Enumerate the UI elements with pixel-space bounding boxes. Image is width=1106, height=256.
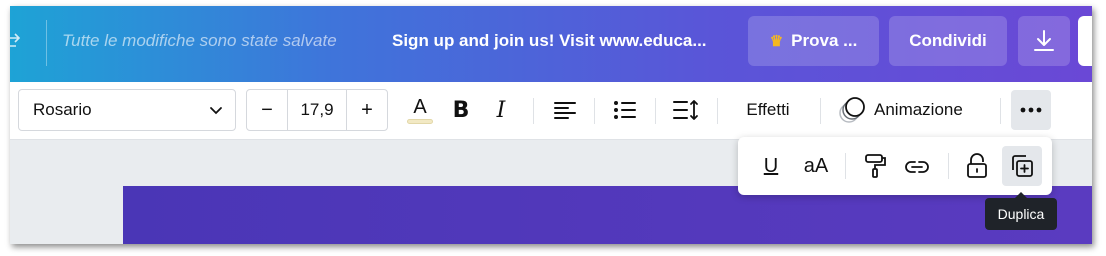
increase-size-button[interactable]: + xyxy=(347,90,387,130)
font-family-value: Rosario xyxy=(33,100,92,119)
duplicate-button[interactable] xyxy=(1002,146,1042,186)
letter-case-button[interactable]: aA xyxy=(796,146,836,186)
crown-icon: ♛ xyxy=(769,33,784,50)
duplicate-tooltip: Duplica xyxy=(985,192,1057,230)
menu-divider xyxy=(845,153,846,179)
spacing-button[interactable] xyxy=(670,91,702,129)
animate-button[interactable]: Animazione xyxy=(838,91,963,129)
line-spacing-icon xyxy=(673,100,698,120)
try-pro-button[interactable]: ♛ Prova ... xyxy=(748,16,879,66)
menu-divider xyxy=(948,153,949,179)
font-size-stepper: − 17,9 + xyxy=(246,89,388,131)
toolbar-divider xyxy=(717,98,718,124)
decrease-size-button[interactable]: − xyxy=(247,90,287,130)
lock-button[interactable] xyxy=(962,146,992,186)
paint-roller-icon xyxy=(865,154,886,178)
screenshot-frame: Tutte le modifiche sono state salvate Si… xyxy=(0,0,1106,256)
bold-button[interactable]: B xyxy=(448,91,474,129)
more-options-button[interactable] xyxy=(1011,90,1051,130)
download-icon xyxy=(1034,30,1054,51)
toolbar-divider xyxy=(533,98,534,124)
toolbar-divider xyxy=(594,98,595,124)
toolbar-divider xyxy=(1000,98,1001,124)
underline-button[interactable]: U xyxy=(756,146,786,186)
italic-button[interactable]: I xyxy=(488,91,514,129)
text-color-swatch xyxy=(407,118,433,124)
undo-icon[interactable] xyxy=(10,30,26,52)
toolbar-divider xyxy=(820,98,821,124)
download-button[interactable] xyxy=(1018,16,1070,66)
align-left-icon xyxy=(554,102,576,119)
duplicate-icon xyxy=(1012,155,1033,177)
animate-label: Animazione xyxy=(874,100,963,119)
promo-link[interactable]: Sign up and join us! Visit www.educa... xyxy=(392,31,707,51)
text-toolbar: Rosario − 17,9 + A B I Effetti Animazion… xyxy=(10,82,1092,140)
account-button-edge[interactable] xyxy=(1078,16,1092,66)
list-button[interactable] xyxy=(610,91,640,129)
top-bar: Tutte le modifiche sono state salvate Si… xyxy=(10,6,1092,82)
link-button[interactable] xyxy=(900,146,934,186)
more-options-menu: U aA xyxy=(738,137,1052,195)
font-family-select[interactable]: Rosario xyxy=(18,89,236,131)
share-button[interactable]: Condividi xyxy=(889,16,1007,66)
align-button[interactable] xyxy=(550,91,580,129)
link-icon xyxy=(905,161,929,173)
try-pro-label: Prova ... xyxy=(791,31,858,50)
copy-style-button[interactable] xyxy=(860,146,890,186)
text-color-letter: A xyxy=(413,95,427,118)
font-size-input[interactable]: 17,9 xyxy=(287,90,347,130)
text-color-button[interactable]: A xyxy=(403,91,437,129)
toolbar-divider xyxy=(655,98,656,124)
editor-window: Tutte le modifiche sono state salvate Si… xyxy=(10,6,1092,244)
effects-button[interactable]: Effetti xyxy=(728,91,808,129)
top-divider xyxy=(46,20,47,66)
bullet-list-icon xyxy=(614,101,636,119)
lock-open-icon xyxy=(967,153,987,178)
animation-icon xyxy=(839,97,865,123)
more-dots-icon xyxy=(1020,107,1042,113)
save-status-text: Tutte le modifiche sono state salvate xyxy=(62,31,337,50)
chevron-down-icon xyxy=(210,107,222,115)
